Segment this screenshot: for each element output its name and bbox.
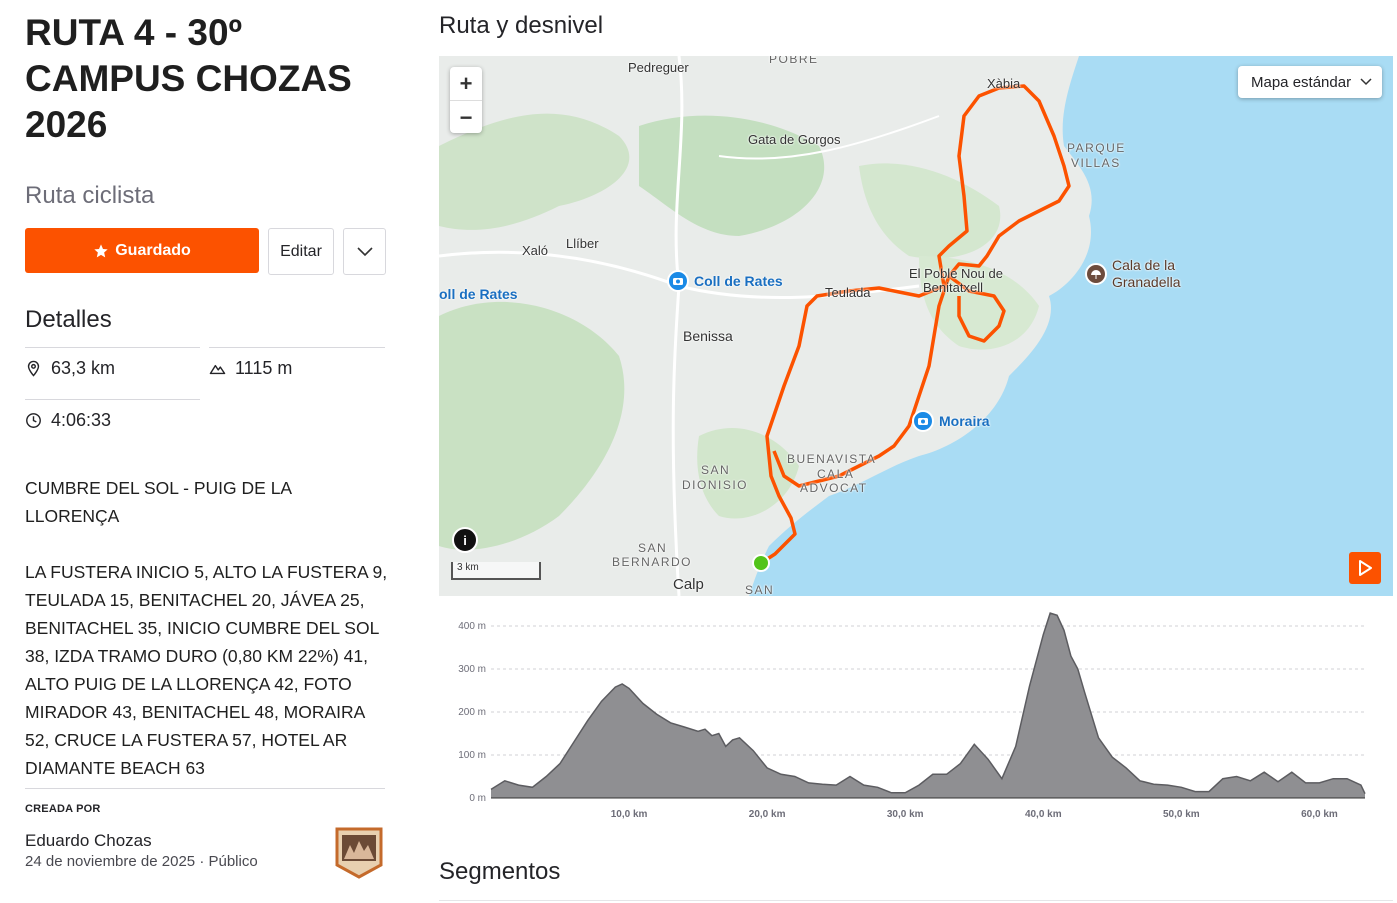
map-label: PARQUE <box>1067 141 1126 155</box>
poi-coll-de-rates[interactable]: Coll de Rates <box>667 270 783 292</box>
route-description: CUMBRE DEL SOL - PUIG DE LA LLORENÇA LA … <box>25 478 388 778</box>
play-icon <box>1359 560 1372 576</box>
poi-label: Cala de la Granadella <box>1112 257 1181 291</box>
creator-section: CREADA POR Eduardo Chozas 24 de noviembr… <box>25 788 385 879</box>
map-section-heading: Ruta y desnivel <box>439 12 604 39</box>
location-pin-icon <box>27 360 40 377</box>
map-label: Pedreguer <box>628 60 689 75</box>
map-canvas <box>439 56 1092 596</box>
time-value: 4:06:33 <box>51 410 112 430</box>
x-tick-label: 20,0 km <box>749 809 786 820</box>
map-scale: 3 km <box>451 562 541 580</box>
distance-value: 63,3 km <box>51 358 116 378</box>
map-label: BUENAVISTA <box>787 452 877 466</box>
creator-meta: 24 de noviembre de 2025 · Público <box>25 853 385 870</box>
x-tick-label: 30,0 km <box>887 809 924 820</box>
map-label: Xàbia <box>987 76 1021 91</box>
more-options-button[interactable] <box>343 228 386 275</box>
chevron-down-icon <box>356 246 373 256</box>
poi-label: Moraira <box>939 413 990 429</box>
map-label: oll de Rates <box>439 286 518 302</box>
y-tick-label: 100 m <box>458 750 486 761</box>
details-heading: Detalles <box>25 306 112 333</box>
zoom-controls: + − <box>450 67 482 133</box>
map-label: Calp <box>673 576 704 593</box>
zoom-in-button[interactable]: + <box>450 67 482 101</box>
map-label: BERNARDO <box>612 555 693 569</box>
saved-label: Guardado <box>115 241 191 259</box>
map-label: Teulada <box>825 285 871 300</box>
y-tick-label: 300 m <box>458 664 486 675</box>
map-label: SAN <box>638 541 668 555</box>
stat-elevation: 1115 m <box>209 347 385 379</box>
camera-icon <box>667 270 689 292</box>
edit-button[interactable]: Editar <box>268 228 334 275</box>
map-label: SAN <box>745 583 775 596</box>
map-style-label: Mapa estándar <box>1251 73 1352 91</box>
y-tick-label: 0 m <box>469 793 486 804</box>
avatar[interactable] <box>335 827 383 879</box>
x-tick-label: 40,0 km <box>1025 809 1062 820</box>
map-label: POBRE <box>769 56 819 66</box>
creator-visibility: Público <box>208 853 258 870</box>
elevation-value: 1115 m <box>235 358 293 378</box>
elevation-area <box>491 613 1365 798</box>
camera-icon <box>912 410 934 432</box>
route-map[interactable]: + − Mapa estándar Pedreguer POBRE Gata d… <box>439 56 1393 596</box>
y-tick-label: 200 m <box>458 707 486 718</box>
poi-label-line: Cala de la <box>1112 257 1176 273</box>
x-tick-label: 50,0 km <box>1163 809 1200 820</box>
map-style-select[interactable]: Mapa estándar <box>1238 66 1382 98</box>
zoom-out-button[interactable]: − <box>450 101 482 134</box>
info-button[interactable]: i <box>452 527 478 553</box>
map-label: Benitatxell <box>923 280 983 295</box>
route-type: Ruta ciclista <box>25 182 155 209</box>
poi-cala-granadella[interactable]: Cala de la Granadella <box>1085 257 1181 291</box>
creator-name[interactable]: Eduardo Chozas <box>25 831 385 851</box>
map-label: DIONISIO <box>682 478 749 492</box>
stat-distance: 63,3 km <box>25 347 200 379</box>
poi-moraira[interactable]: Moraira <box>912 410 990 432</box>
stat-time: 4:06:33 <box>25 399 200 431</box>
segments-divider <box>439 900 1393 901</box>
chevron-down-icon <box>1360 78 1372 86</box>
creator-label: CREADA POR <box>25 803 101 815</box>
elevation-chart[interactable]: 400 m 300 m 200 m 100 m 0 m 10,0 km 20,0 km 30,… <box>439 604 1393 824</box>
beach-icon <box>1085 263 1107 285</box>
map-label: Xaló <box>522 243 549 258</box>
map-label: Benissa <box>683 328 733 344</box>
map-label: El Poble Nou de <box>909 266 1003 281</box>
segments-heading: Segmentos <box>439 858 561 885</box>
star-icon <box>94 243 108 257</box>
flyover-play-button[interactable] <box>1349 552 1381 584</box>
map-label: ADVOCAT <box>800 481 868 495</box>
mountain-icon <box>209 364 226 375</box>
route-title: RUTA 4 - 30º CAMPUS CHOZAS 2026 <box>25 12 352 145</box>
x-tick-label: 60,0 km <box>1301 809 1338 820</box>
map-label: VILLAS <box>1071 156 1121 170</box>
map-label: CALA <box>817 467 855 481</box>
start-marker <box>752 554 770 572</box>
map-label: SAN <box>701 463 731 477</box>
y-tick-label: 400 m <box>458 621 486 632</box>
route-info-panel: RUTA 4 - 30º CAMPUS CHOZAS 2026 Ruta cic… <box>25 10 387 879</box>
creator-date: 24 de noviembre de 2025 <box>25 853 196 870</box>
clock-icon <box>26 413 41 428</box>
saved-button[interactable]: Guardado <box>25 228 259 273</box>
route-actions: Guardado Editar <box>25 228 386 275</box>
map-label: Llíber <box>566 236 599 251</box>
map-label: Gata de Gorgos <box>748 132 841 147</box>
poi-label-line: Granadella <box>1112 274 1181 290</box>
poi-label: Coll de Rates <box>694 273 783 289</box>
x-tick-label: 10,0 km <box>611 809 648 820</box>
